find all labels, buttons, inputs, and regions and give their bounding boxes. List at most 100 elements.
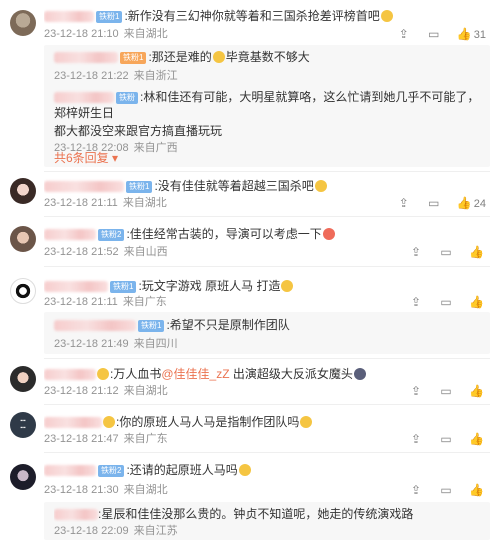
comment-icon[interactable]: ▭ xyxy=(439,384,453,398)
comment-text: :新作没有三幻神你就等着和三国杀抢差评榜首吧 xyxy=(124,9,380,23)
avatar[interactable] xyxy=(10,366,36,392)
avatar[interactable] xyxy=(10,226,36,252)
comment-icon[interactable]: ▭ xyxy=(439,483,453,497)
reply-meta: 23-12-18 21:22 来自浙江 xyxy=(54,70,178,82)
reply-meta: 23-12-18 21:49 来自四川 xyxy=(54,338,178,350)
comment-actions: ⇪ ▭ 👍 xyxy=(393,483,486,498)
comment-icon[interactable]: ▭ xyxy=(439,295,453,309)
smile-emoji-icon xyxy=(314,180,327,192)
reply-text: :希望不只是原制作团队 xyxy=(166,318,290,332)
comment-icon[interactable]: ▭ xyxy=(439,245,453,259)
share-icon[interactable]: ⇪ xyxy=(409,432,423,446)
laugh-emoji-icon xyxy=(380,10,393,22)
like-count: 31 xyxy=(473,29,486,41)
fan-badge: 铁粉1 xyxy=(96,10,123,23)
reply-item: 铁粉1:希望不只是原制作团队 23-12-18 21:49 来自四川 xyxy=(54,317,482,351)
comment-text: :佳佳经常古装的，导演可以考虑一下 xyxy=(126,227,322,241)
username-blurred[interactable] xyxy=(54,320,136,332)
username-blurred[interactable] xyxy=(44,417,102,429)
comment-actions: ⇪ ▭ 👍 xyxy=(393,384,486,399)
share-icon[interactable]: ⇪ xyxy=(409,245,423,259)
like-icon[interactable]: 👍 xyxy=(469,483,484,497)
comment-icon[interactable]: ▭ xyxy=(427,196,441,210)
username-blurred[interactable] xyxy=(54,92,114,104)
fan-badge: 铁粉2 xyxy=(98,228,125,241)
comment-meta: 23-12-18 21:30 来自湖北 xyxy=(44,484,168,496)
comment-meta: 23-12-18 21:10 来自湖北 xyxy=(44,28,168,40)
share-icon[interactable]: ⇪ xyxy=(397,196,411,210)
fan-badge: 铁粉2 xyxy=(98,464,125,477)
username-blurred[interactable] xyxy=(44,11,94,23)
username-blurred[interactable] xyxy=(44,465,96,477)
avatar[interactable] xyxy=(10,178,36,204)
avatar[interactable] xyxy=(10,278,36,304)
divider xyxy=(44,452,490,453)
reply-block: 铁粉1:那还是难的 毕竟基数不够大 23-12-18 21:22 来自浙江 铁粉:林… xyxy=(44,45,490,167)
reply-item: :星辰和佳佳没那么贵的。钟贞不知道呢，她走的传统演戏路 23-12-18 22:… xyxy=(54,506,482,538)
share-icon[interactable]: ⇪ xyxy=(409,483,423,497)
witch-emoji-icon xyxy=(353,368,366,380)
comment-icon[interactable]: ▭ xyxy=(439,432,453,446)
grin-emoji-icon xyxy=(212,51,225,63)
divider xyxy=(44,404,490,405)
divider xyxy=(44,216,490,217)
fan-badge: 铁粉1 xyxy=(138,319,165,332)
comment-text: :你的原班人马人马是指制作团队吗 xyxy=(116,415,300,429)
comment-meta: 23-12-18 21:12 来自湖北 xyxy=(44,385,168,397)
avatar[interactable]: ▪▪▪ ▪▪▪ xyxy=(10,412,36,438)
medal-emoji-icon xyxy=(103,416,115,428)
reply-block: 铁粉1:希望不只是原制作团队 23-12-18 21:49 来自四川 xyxy=(44,312,490,354)
share-icon[interactable]: ⇪ xyxy=(397,27,411,41)
like-icon[interactable]: 👍 xyxy=(457,27,472,41)
username-blurred[interactable] xyxy=(54,52,118,64)
mention-link[interactable]: @佳佳佳_zZ xyxy=(161,367,229,381)
comment-meta: 23-12-18 21:52 来自山西 xyxy=(44,246,168,258)
comment-actions: ⇪ ▭ 👍 24 xyxy=(381,196,486,211)
like-icon[interactable]: 👍 xyxy=(469,432,484,446)
smile-emoji-icon xyxy=(281,280,294,292)
medal-emoji-icon xyxy=(97,368,109,380)
reply-item: 铁粉1:那还是难的 毕竟基数不够大 23-12-18 21:22 来自浙江 xyxy=(54,49,482,83)
share-icon[interactable]: ⇪ xyxy=(409,384,423,398)
comment-text: :玩文字游戏 原班人马 打造 xyxy=(138,279,281,293)
like-icon[interactable]: 👍 xyxy=(469,384,484,398)
avatar[interactable] xyxy=(10,464,36,490)
blush-emoji-icon xyxy=(322,228,335,240)
reply-item: 铁粉:林和佳还有可能，大明星就算咯，这么忙请到她几乎不可能了，郑梓妍生日 都大都… xyxy=(54,89,482,155)
comment-text: :还请的起原班人马吗 xyxy=(126,463,238,477)
divider xyxy=(44,171,490,172)
fan-badge: 铁粉1 xyxy=(120,51,147,64)
more-replies-link[interactable]: 共6条回复 ▾ xyxy=(54,149,118,166)
reply-text: :星辰和佳佳没那么贵的。钟贞不知道呢，她走的传统演戏路 xyxy=(98,507,414,521)
username-blurred[interactable] xyxy=(44,369,96,381)
smile-emoji-icon xyxy=(300,416,313,428)
reply-meta: 23-12-18 22:09 来自江苏 xyxy=(54,525,178,537)
like-icon[interactable]: 👍 xyxy=(469,295,484,309)
fan-badge: 铁粉 xyxy=(116,91,138,104)
like-count: 24 xyxy=(473,198,486,210)
comment-actions: ⇪ ▭ 👍 xyxy=(393,432,486,447)
comment-icon[interactable]: ▭ xyxy=(427,27,441,41)
reply-meta: 23-12-18 22:08 来自广西 xyxy=(54,142,178,154)
comment-meta: 23-12-18 21:11 来自广东 xyxy=(44,296,167,308)
divider xyxy=(44,266,490,267)
avatar[interactable] xyxy=(10,10,36,36)
comment-meta: 23-12-18 21:11 来自湖北 xyxy=(44,197,167,209)
smile-emoji-icon xyxy=(238,464,251,476)
comment-actions: ⇪ ▭ 👍 xyxy=(393,245,486,260)
like-icon[interactable]: 👍 xyxy=(457,196,472,210)
username-blurred[interactable] xyxy=(54,509,98,521)
comment-meta: 23-12-18 21:47 来自广东 xyxy=(44,433,168,445)
fan-badge: 铁粉1 xyxy=(126,180,153,193)
username-blurred[interactable] xyxy=(44,229,96,241)
fan-badge: 铁粉1 xyxy=(110,280,137,293)
comment-text: :万人血书 xyxy=(110,367,162,381)
reply-text-2: 都大都没空来跟官方搞直播玩玩 xyxy=(54,124,223,138)
like-icon[interactable]: 👍 xyxy=(469,245,484,259)
share-icon[interactable]: ⇪ xyxy=(409,295,423,309)
username-blurred[interactable] xyxy=(44,181,124,193)
reply-block: :星辰和佳佳没那么贵的。钟贞不知道呢，她走的传统演戏路 23-12-18 22:… xyxy=(44,502,490,540)
reply-text-2: 毕竟基数不够大 xyxy=(225,50,310,64)
username-blurred[interactable] xyxy=(44,281,108,293)
comment-text-after: 出演超级大反派女魔头 xyxy=(229,367,353,381)
